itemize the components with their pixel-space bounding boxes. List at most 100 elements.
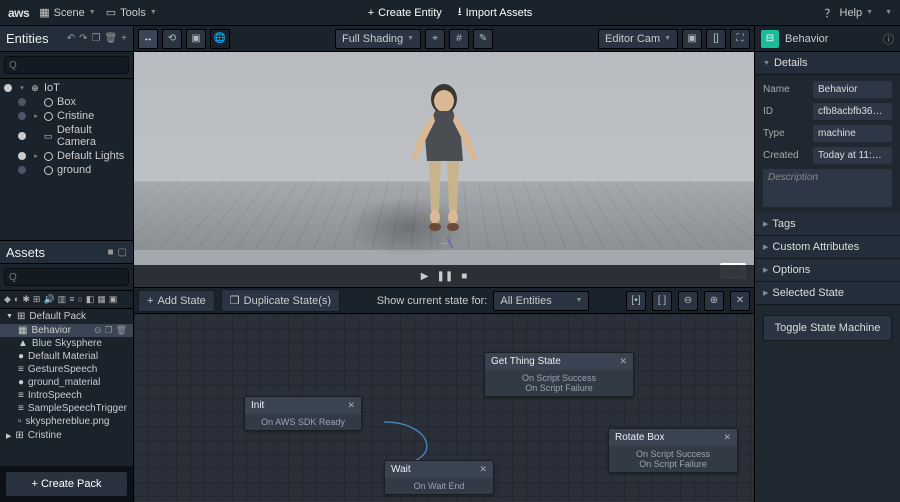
filter-icon[interactable]: ◧ [86,294,95,305]
chevron-down-icon[interactable]: ▼ [885,9,892,16]
visibility-toggle[interactable] [4,84,12,92]
entity-row[interactable]: ▸Cristine [0,109,133,123]
expand-toggle[interactable]: ▸ [32,112,40,120]
filter-icon[interactable]: ⊞ [33,294,41,305]
asset-item[interactable]: ≡GestureSpeech [0,363,133,376]
visibility-toggle[interactable] [18,112,26,120]
edit-icon[interactable]: ✎ [473,29,493,49]
state-node-wait[interactable]: Wait✕ On Wait End [384,460,494,495]
add-state-button[interactable]: +Add State [138,290,215,312]
redo-icon[interactable]: ↷ [79,33,87,44]
asset-item[interactable]: ●ground_material [0,376,133,389]
filter-icon[interactable]: ▣ [109,294,118,305]
space-toggle-button[interactable]: 🌐 [210,29,230,49]
entity-row[interactable]: ▭Default Camera [0,123,133,149]
rotate-tool-button[interactable]: ⟲ [162,29,182,49]
trash-icon[interactable]: 🗑 [104,33,117,44]
filter-icon[interactable]: ✱ [22,294,30,305]
folder-icon[interactable]: ■ [108,247,114,258]
undo-icon[interactable]: ↶ [67,33,75,44]
filter-icon[interactable]: ≡ [69,294,74,305]
entity-row[interactable]: ▸Default Lights [0,149,133,163]
asset-item[interactable]: ●Default Material [0,350,133,363]
options-section-header[interactable]: ▶Options [755,259,900,282]
entity-row[interactable]: Box [0,95,133,109]
frame-icon[interactable]: ▣ [682,29,702,49]
close-icon[interactable]: ✕ [723,432,731,443]
close-icon[interactable]: ✕ [619,356,627,367]
asset-item[interactable]: ≡IntroSpeech [0,389,133,402]
collapse-icon[interactable]: ▢ [118,247,127,258]
trash-icon[interactable]: 🗑 [116,325,127,336]
nav-left-icon[interactable]: ⇤ [140,179,152,196]
entities-search-input[interactable] [4,56,129,74]
frame-all-icon[interactable]: [ ] [652,291,672,311]
grid-icon[interactable]: # [449,29,469,49]
field-value-name[interactable]: Behavior [813,81,892,98]
entity-row[interactable]: ▾⊕IoT [0,81,133,95]
bounds-icon[interactable]: [] [706,29,726,49]
entities-filter-select[interactable]: All Entities▼ [493,291,589,311]
import-assets-button[interactable]: ⭳ Import Assets [458,3,533,22]
close-icon[interactable]: ✕ [730,291,750,311]
fit-icon[interactable]: [•] [626,291,646,311]
filter-icon[interactable]: 🔊 [43,294,54,305]
description-input[interactable]: Description [763,169,892,207]
info-icon[interactable]: ⓘ [883,31,894,47]
asset-item[interactable]: ≡SampleSpeechTrigger [0,402,133,415]
asset-item[interactable]: ▦Behavior⊙❐🗑 [0,324,133,337]
pause-button[interactable]: ❚❚ [436,271,453,282]
fullscreen-icon[interactable]: ⛶ [730,29,750,49]
nav-right-icon[interactable]: ⇥ [736,179,748,196]
filter-icon[interactable]: ▥ [58,294,67,305]
visibility-toggle[interactable] [18,166,26,174]
create-entity-button[interactable]: + Create Entity [368,3,442,22]
filter-icon[interactable]: ○ [77,294,82,305]
visibility-toggle[interactable] [18,152,26,160]
stop-button[interactable]: ■ [461,271,467,282]
visibility-toggle[interactable] [18,98,26,106]
visibility-toggle[interactable] [18,132,26,140]
zoom-out-icon[interactable]: ⊖ [678,291,698,311]
shading-select[interactable]: Full Shading▼ [335,29,421,49]
viewport[interactable]: │─╲ ▭▭ ⇤⇥ ▶ ❚❚ ■ [134,52,754,287]
expand-toggle[interactable]: ▾ [18,84,26,92]
expand-toggle[interactable]: ▸ [32,152,40,160]
tags-section-header[interactable]: ▶Tags [755,213,900,236]
state-node-get-thing[interactable]: Get Thing State✕ On Script SuccessOn Scr… [484,352,634,397]
asset-pack-row[interactable]: ▶ ⊞ Cristine [0,428,133,443]
custom-attrs-section-header[interactable]: ▶Custom Attributes [755,236,900,259]
camera-select[interactable]: Editor Cam▼ [598,29,678,49]
close-icon[interactable]: ✕ [479,464,487,475]
copy-icon[interactable]: ❐ [104,325,112,336]
tools-menu[interactable]: ▭ Tools ▼ [106,6,157,19]
entity-row[interactable]: ground [0,163,133,177]
pin-icon[interactable]: ⊙ [94,325,102,336]
state-node-init[interactable]: Init✕ On AWS SDK Ready [244,396,362,431]
behavior-tab-icon[interactable]: ⊟ [761,30,779,48]
create-pack-button[interactable]: + Create Pack [6,472,127,496]
asset-item[interactable]: ▲Blue Skysphere [0,337,133,350]
plus-icon[interactable]: + [121,33,127,44]
details-section-header[interactable]: ▼Details [755,52,900,75]
asset-pack-row[interactable]: ▼ ⊞ Default Pack [0,309,133,324]
magnet-icon[interactable]: ⌖ [425,29,445,49]
duplicate-state-button[interactable]: ❐Duplicate State(s) [221,289,340,312]
state-node-rotate-box[interactable]: Rotate Box✕ On Script SuccessOn Script F… [608,428,738,473]
play-button[interactable]: ▶ [421,271,429,282]
zoom-in-icon[interactable]: ⊕ [704,291,724,311]
filter-icon[interactable]: ◐ [14,294,19,305]
asset-item[interactable]: ▫skysphereblue.png [0,415,133,428]
state-graph-canvas[interactable]: Init✕ On AWS SDK Ready Get Thing State✕ … [134,314,754,502]
scene-menu[interactable]: ▦ Scene ▼ [39,6,96,19]
assets-search-input[interactable] [4,268,129,286]
help-menu[interactable]: ？Help ▼ [825,5,874,21]
copy-icon[interactable]: ❐ [91,33,100,44]
filter-icon[interactable]: ▦ [97,294,106,305]
scale-tool-button[interactable]: ▣ [186,29,206,49]
selected-state-section-header[interactable]: ▶Selected State [755,282,900,305]
toggle-state-machine-button[interactable]: Toggle State Machine [763,315,892,341]
filter-icon[interactable]: ◆ [4,294,11,305]
move-tool-button[interactable]: ↔ [138,29,158,49]
close-icon[interactable]: ✕ [347,400,355,411]
